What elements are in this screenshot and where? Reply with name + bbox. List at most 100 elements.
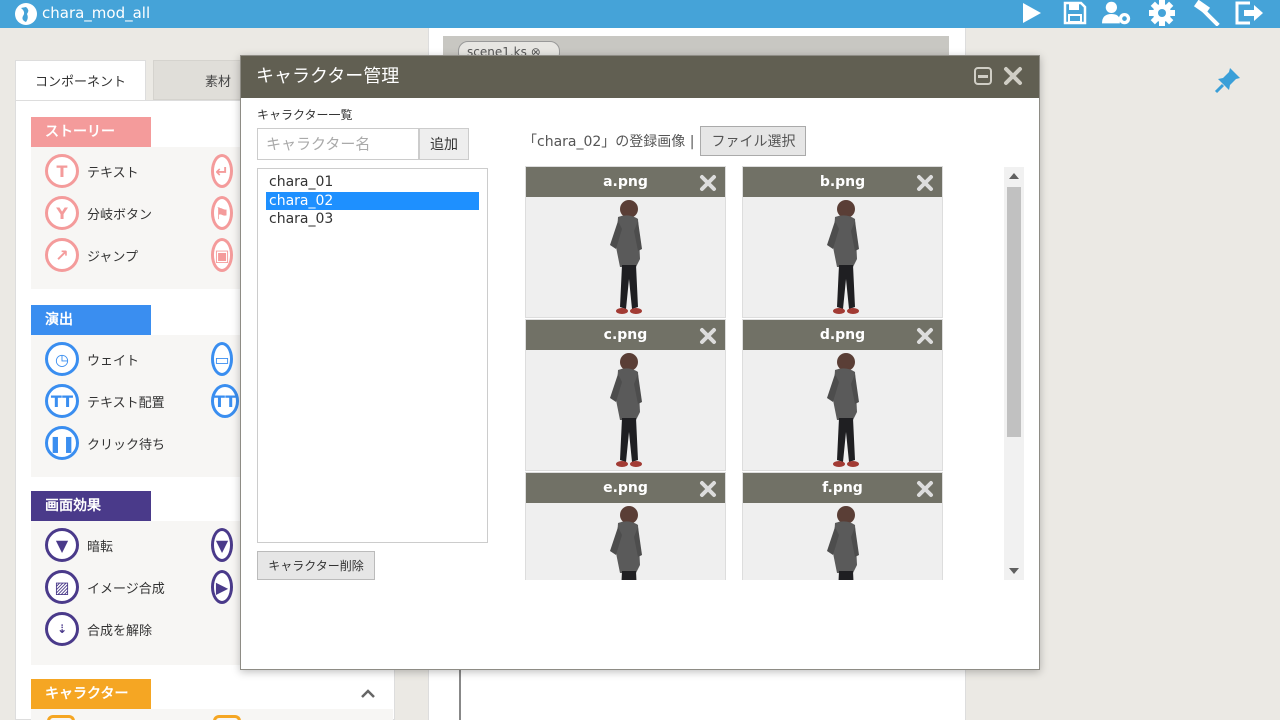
- comp-branch-button[interactable]: Y 分岐ボタン: [45, 195, 152, 231]
- top-bar: chara_mod_all: [0, 0, 1280, 28]
- group-character-header[interactable]: キャラクター: [31, 679, 393, 709]
- comp-click-wait[interactable]: ❚❚ クリック待ち: [45, 425, 165, 461]
- dialog-header: キャラクター管理: [241, 56, 1039, 98]
- text-style-icon: TT: [211, 384, 240, 418]
- group-effect-label: 演出: [31, 305, 151, 335]
- fade-in-icon: ▼: [211, 528, 233, 562]
- exit-icon[interactable]: [1234, 0, 1264, 26]
- character-name-input[interactable]: [257, 128, 419, 160]
- comp-branch-label: 分岐ボタン: [87, 207, 153, 223]
- hammer-icon[interactable]: [1192, 0, 1222, 26]
- pause-icon: ❚❚: [45, 426, 79, 460]
- editor-divider: [459, 668, 461, 720]
- character-image: [827, 200, 859, 314]
- pin-icon[interactable]: [1214, 66, 1242, 94]
- comp-label[interactable]: ⚑: [211, 195, 241, 231]
- flag-icon: ⚑: [211, 196, 233, 230]
- user-settings-icon[interactable]: [1102, 0, 1132, 26]
- comp-jump-label: ジャンプ: [87, 249, 138, 265]
- text-layout-icon: TT: [45, 384, 79, 418]
- clock-icon: ◷: [45, 342, 79, 376]
- comp-image-compose[interactable]: ▨ イメージ合成: [45, 569, 165, 605]
- character-list[interactable]: chara_01 chara_02 chara_03: [257, 168, 488, 543]
- character-image: [610, 506, 642, 580]
- play-icon[interactable]: [1016, 0, 1046, 26]
- group-screen-effect-label: 画面効果: [31, 491, 151, 521]
- movie-icon: ▶: [211, 570, 233, 604]
- comp-uncompose[interactable]: ⇣ 合成を解除: [45, 611, 152, 647]
- character-image: [827, 506, 859, 580]
- remove-icon[interactable]: [699, 174, 717, 192]
- comp-fade-in[interactable]: ▼: [211, 527, 241, 563]
- images-caption: 「chara_02」の登録画像 |: [523, 134, 695, 150]
- scroll-up-arrow-icon[interactable]: [1009, 173, 1019, 179]
- image-card[interactable]: c.png: [525, 319, 726, 471]
- image-card[interactable]: a.png: [525, 166, 726, 318]
- chevron-up-icon[interactable]: [361, 687, 375, 701]
- comp-wait-label: ウェイト: [87, 353, 140, 369]
- images-header: 「chara_02」の登録画像 | ファイル選択: [523, 126, 807, 156]
- comp-return[interactable]: ↵: [211, 153, 241, 189]
- character-icon: [47, 715, 75, 720]
- comp-uncompose-label: 合成を解除: [87, 623, 153, 639]
- image-grid: a.png b.png c.png d.png e.png f.png: [525, 166, 1025, 580]
- fade-icon: ▼: [45, 528, 79, 562]
- remove-icon[interactable]: [916, 327, 934, 345]
- image-scrollbar[interactable]: [1004, 167, 1024, 580]
- character-manager-dialog: キャラクター管理 キャラクター一覧 追加 chara_01 chara_02 c…: [240, 55, 1040, 670]
- file-select-button[interactable]: ファイル選択: [700, 126, 807, 156]
- comp-shake[interactable]: ▭: [211, 341, 241, 377]
- remove-icon[interactable]: [916, 174, 934, 192]
- list-item[interactable]: chara_01: [266, 173, 479, 192]
- add-button[interactable]: 追加: [419, 128, 469, 160]
- image-card[interactable]: e.png: [525, 472, 726, 580]
- uncompose-icon: ⇣: [45, 612, 79, 646]
- window-icon: ▣: [211, 238, 233, 272]
- shake-icon: ▭: [211, 342, 233, 376]
- character-list-label: キャラクター一覧: [257, 108, 353, 122]
- comp-image-compose-label: イメージ合成: [87, 581, 165, 597]
- minimize-icon[interactable]: [973, 66, 993, 86]
- comp-window[interactable]: ▣: [211, 237, 241, 273]
- character-image: [610, 200, 642, 314]
- app-logo-icon: [15, 3, 37, 25]
- list-item[interactable]: chara_02: [266, 191, 479, 210]
- group-character: キャラクター: [31, 679, 393, 720]
- comp-text[interactable]: T テキスト: [45, 153, 139, 189]
- comp-jump[interactable]: ↗ ジャンプ: [45, 237, 138, 273]
- return-icon: ↵: [211, 154, 233, 188]
- image-card[interactable]: d.png: [742, 319, 943, 471]
- jump-icon: ↗: [45, 238, 79, 272]
- scroll-thumb[interactable]: [1007, 187, 1021, 437]
- group-story-label: ストーリー: [31, 117, 151, 147]
- comp-text-layout[interactable]: TT テキスト配置: [45, 383, 165, 419]
- save-icon[interactable]: [1060, 0, 1090, 26]
- dialog-title: キャラクター管理: [256, 66, 400, 87]
- character-icon-2: [213, 715, 241, 720]
- remove-icon[interactable]: [699, 480, 717, 498]
- image-card[interactable]: f.png: [742, 472, 943, 580]
- branch-icon: Y: [45, 196, 79, 230]
- comp-fade[interactable]: ▼ 暗転: [45, 527, 113, 563]
- remove-icon[interactable]: [699, 327, 717, 345]
- list-item[interactable]: chara_03: [266, 210, 479, 229]
- group-character-label: キャラクター: [31, 679, 151, 709]
- app-title: chara_mod_all: [42, 4, 151, 22]
- comp-fade-label: 暗転: [87, 539, 114, 555]
- image-card[interactable]: b.png: [742, 166, 943, 318]
- comp-click-wait-label: クリック待ち: [87, 437, 166, 453]
- scroll-down-arrow-icon[interactable]: [1009, 568, 1019, 574]
- remove-icon[interactable]: [916, 480, 934, 498]
- comp-text-layout-label: テキスト配置: [87, 395, 165, 411]
- text-icon: T: [45, 154, 79, 188]
- image-compose-icon: ▨: [45, 570, 79, 604]
- gear-icon[interactable]: [1147, 0, 1177, 26]
- comp-text-label: テキスト: [87, 165, 139, 181]
- tab-components[interactable]: コンポーネント: [15, 60, 146, 100]
- comp-movie[interactable]: ▶: [211, 569, 241, 605]
- delete-character-button[interactable]: キャラクター削除: [257, 551, 375, 580]
- character-image: [610, 353, 642, 467]
- close-icon[interactable]: [1003, 66, 1023, 86]
- comp-text-style[interactable]: TT: [211, 383, 241, 419]
- comp-wait[interactable]: ◷ ウェイト: [45, 341, 139, 377]
